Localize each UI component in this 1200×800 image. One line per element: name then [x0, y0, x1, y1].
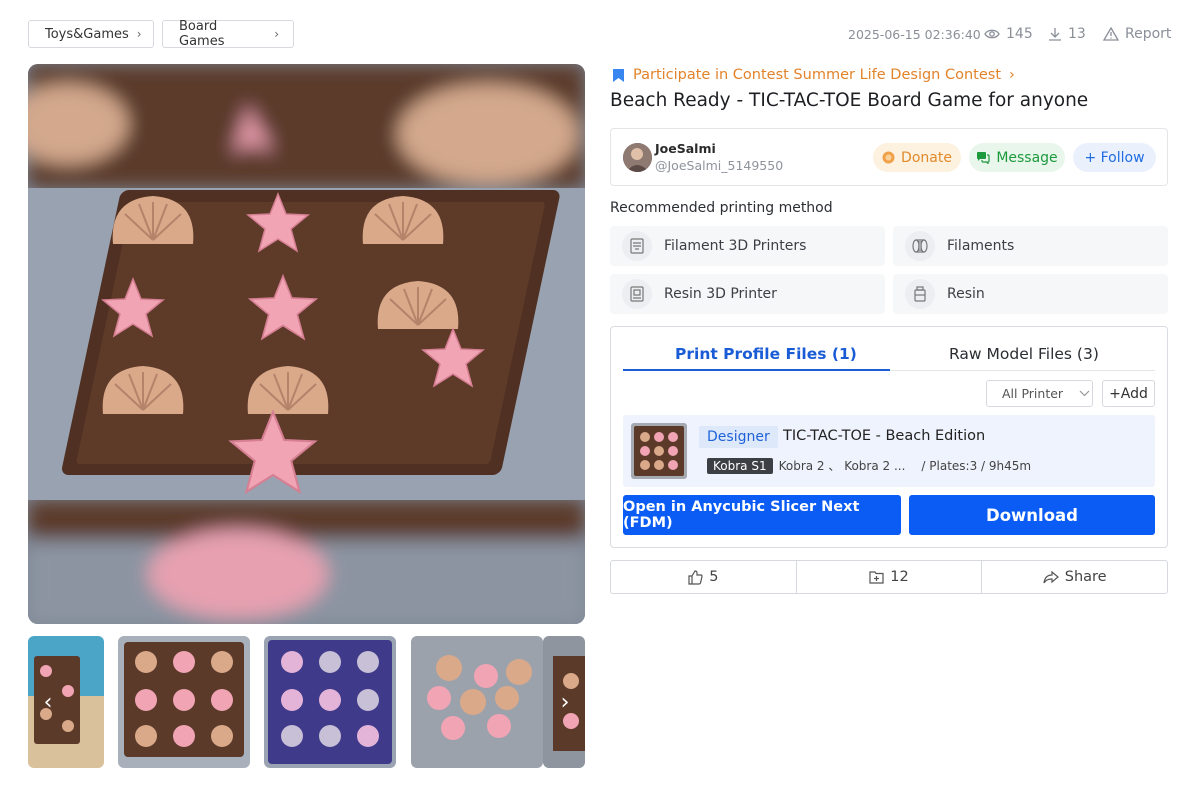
thumbnail-3[interactable] — [264, 636, 396, 768]
filament-spool-icon — [905, 231, 935, 261]
method-filament-printers[interactable]: Filament 3D Printers — [610, 226, 885, 266]
printer-tag-primary: Kobra S1 — [707, 457, 773, 474]
files-panel: Print Profile Files (1) Raw Model Files … — [610, 326, 1168, 548]
profile-plates-time: / Plates:3 / 9h45m — [921, 458, 1032, 473]
thumbnail-strip: ‹ › — [28, 636, 585, 769]
download-count-value: 13 — [1068, 26, 1086, 42]
chevron-right-icon: › — [274, 27, 279, 41]
folder-plus-icon — [869, 571, 884, 584]
open-in-slicer-button[interactable]: Open in Anycubic Slicer Next (FDM) — [623, 495, 901, 535]
filament-printer-icon — [622, 231, 652, 261]
profile-name: TIC-TAC-TOE - Beach Edition — [783, 428, 986, 444]
message-button[interactable]: Message — [969, 143, 1065, 172]
method-label: Resin — [947, 286, 985, 302]
view-count-value: 145 — [1006, 26, 1033, 42]
prev-image-button[interactable]: ‹ — [28, 636, 68, 768]
report-link[interactable]: Report — [1103, 24, 1171, 44]
method-label: Resin 3D Printer — [664, 286, 777, 302]
breadcrumb-label: Toys&Games — [45, 26, 129, 42]
like-button[interactable]: 5 — [611, 561, 797, 593]
share-label: Share — [1064, 569, 1107, 585]
author-handle: @JoeSalmi_5149550 — [655, 158, 784, 173]
chevron-right-icon: › — [136, 27, 142, 41]
donate-label: Donate — [901, 149, 952, 166]
publish-date: 2025-06-15 02:36:40 — [848, 26, 981, 42]
recommended-label: Recommended printing method — [610, 200, 833, 216]
download-count: 13 — [1048, 24, 1086, 44]
bookmark-icon — [613, 68, 624, 82]
thumbs-up-icon — [688, 569, 703, 585]
print-profile-item[interactable]: Designer TIC-TAC-TOE - Beach Edition Kob… — [623, 415, 1155, 487]
share-icon — [1043, 570, 1059, 583]
download-icon — [1049, 28, 1061, 41]
thumbnail-4[interactable] — [411, 636, 543, 768]
method-label: Filaments — [947, 238, 1015, 254]
active-tab-indicator — [623, 369, 890, 371]
add-button[interactable]: +Add — [1102, 380, 1155, 407]
method-resin-printer[interactable]: Resin 3D Printer — [610, 274, 885, 314]
contest-label: Participate in Contest Summer Life Desig… — [633, 67, 1002, 83]
like-count: 5 — [709, 569, 719, 585]
collect-count: 12 — [890, 569, 909, 585]
printer-filter-value: All Printer — [1002, 386, 1064, 401]
chat-icon — [977, 152, 990, 164]
breadcrumb-board-games[interactable]: Board Games › — [162, 19, 294, 49]
report-label: Report — [1125, 26, 1172, 42]
author-name[interactable]: JoeSalmi — [655, 141, 716, 156]
view-count: 145 — [984, 24, 1033, 44]
share-button[interactable]: Share — [982, 561, 1167, 593]
page-title: Beach Ready - TIC-TAC-TOE Board Game for… — [610, 90, 1089, 111]
message-label: Message — [996, 149, 1058, 166]
breadcrumb-label: Board Games — [179, 19, 225, 49]
coin-icon — [882, 151, 895, 164]
contest-link[interactable]: Participate in Contest Summer Life Desig… — [612, 64, 1015, 86]
thumbnail-2[interactable] — [118, 636, 250, 768]
resin-bottle-icon — [905, 279, 935, 309]
method-label: Filament 3D Printers — [664, 238, 807, 254]
designer-badge: Designer — [699, 426, 778, 448]
main-model-image[interactable] — [28, 64, 585, 624]
donate-button[interactable]: Donate — [873, 143, 961, 172]
profile-details: Kobra S1 Kobra 2 、 Kobra 2 ... / Plates:… — [707, 457, 1031, 474]
breadcrumb-toys-games[interactable]: Toys&Games › — [28, 20, 154, 48]
eye-icon — [984, 29, 1000, 39]
printer-filter-select[interactable]: All Printer — [986, 380, 1093, 407]
download-button[interactable]: Download — [909, 495, 1155, 535]
method-resin[interactable]: Resin — [893, 274, 1168, 314]
printer-tags-other: Kobra 2 、 Kobra 2 ... — [778, 459, 906, 473]
author-card: JoeSalmi @JoeSalmi_5149550 Donate Messag… — [610, 128, 1168, 186]
action-bar: 5 12 Share — [610, 560, 1168, 594]
next-image-button[interactable]: › — [545, 636, 585, 768]
tab-raw-model-files[interactable]: Raw Model Files (3) — [949, 345, 1099, 363]
follow-button[interactable]: + Follow — [1073, 143, 1156, 172]
collect-button[interactable]: 12 — [797, 561, 983, 593]
warning-icon — [1103, 27, 1119, 41]
avatar[interactable] — [623, 143, 652, 172]
chevron-down-icon — [1079, 390, 1090, 397]
profile-thumbnail — [631, 423, 687, 479]
resin-printer-icon — [622, 279, 652, 309]
tab-print-profile-files[interactable]: Print Profile Files (1) — [675, 345, 857, 363]
chevron-right-icon: › — [1009, 67, 1015, 83]
method-filaments[interactable]: Filaments — [893, 226, 1168, 266]
